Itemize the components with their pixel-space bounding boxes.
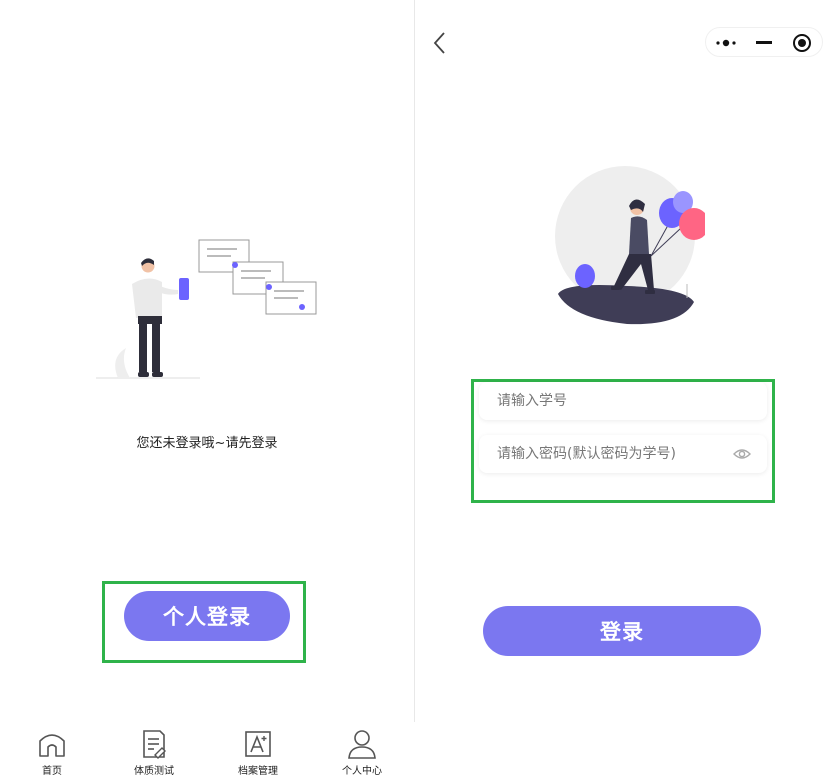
- password-input[interactable]: [495, 445, 729, 463]
- eye-icon[interactable]: [733, 446, 751, 462]
- tab-label: 体质测试: [134, 766, 174, 777]
- user-icon: [348, 730, 376, 759]
- back-arrow-icon[interactable]: [429, 30, 453, 56]
- tab-physique-test[interactable]: 体质测试: [114, 728, 194, 780]
- login-page: 登录: [415, 0, 829, 780]
- student-id-field: [479, 382, 767, 420]
- login-illustration: [96, 239, 317, 379]
- minimize-icon[interactable]: [746, 28, 782, 58]
- login-button[interactable]: 登录: [483, 606, 761, 656]
- close-target-icon[interactable]: [784, 28, 820, 58]
- password-field: [479, 435, 767, 473]
- profile-page: 您还未登录哦~请先登录 个人登录 首页 体质测试 档案管理 个人中心: [0, 0, 414, 780]
- tab-records[interactable]: 档案管理: [218, 728, 298, 780]
- document-icon: [143, 730, 166, 759]
- student-id-input[interactable]: [495, 392, 729, 410]
- font-a-plus-icon: [245, 731, 271, 757]
- tab-label: 个人中心: [342, 766, 382, 777]
- tab-home[interactable]: 首页: [12, 728, 92, 780]
- not-logged-in-message: 您还未登录哦~请先登录: [136, 436, 278, 451]
- personal-login-button[interactable]: 个人登录: [124, 591, 290, 641]
- more-menu-icon[interactable]: [708, 28, 744, 58]
- tab-label: 首页: [42, 766, 62, 777]
- bottom-tab-bar: 首页 体质测试 档案管理 个人中心: [0, 722, 414, 780]
- login-illustration: [555, 166, 705, 325]
- tab-label: 档案管理: [238, 766, 278, 777]
- tab-personal-center[interactable]: 个人中心: [322, 728, 402, 780]
- home-icon: [39, 734, 65, 757]
- miniprogram-capsule: [705, 27, 823, 57]
